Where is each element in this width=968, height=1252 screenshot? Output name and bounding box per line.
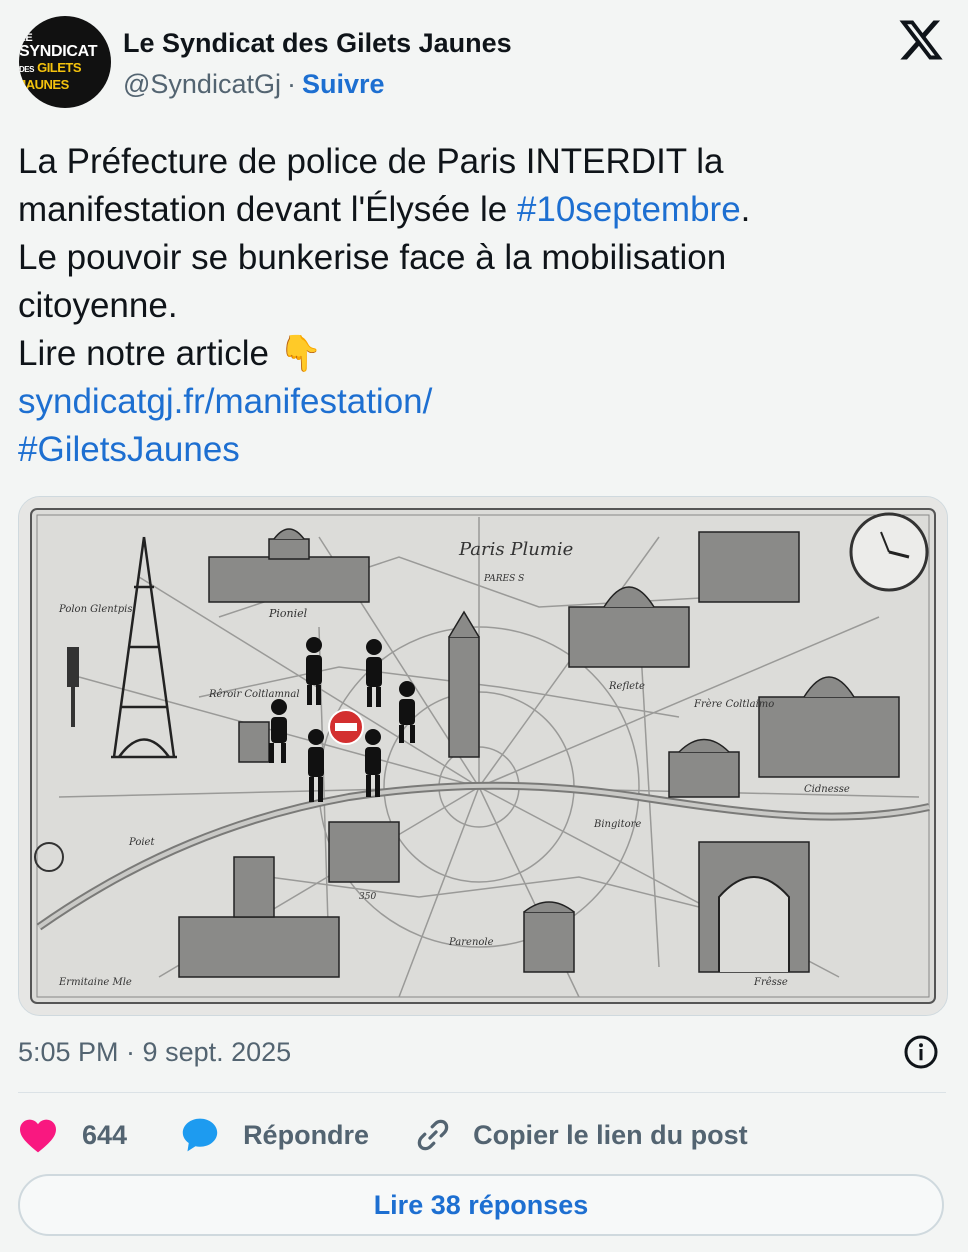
map-label-11: 350 [359,892,376,902]
tweet-media-image[interactable]: Paris Plumie PARES S Pioniel Rêroir Colt… [18,496,948,1016]
action-bar: 644 Répondre Copier le lien du post [18,1112,748,1158]
reply-label: Répondre [243,1119,370,1150]
avatar-text-des: DES [19,65,34,74]
follow-button[interactable]: Suivre [302,69,385,99]
timestamp[interactable]: 5:05 PM · 9 sept. 2025 [18,1034,291,1070]
tweet-line-5-text: Lire notre article [18,334,269,373]
author-handle-row: @SyndicatGj · Suivre [123,67,385,101]
map-label-4: Frère Coltlaimo [693,699,774,710]
map-label-6: Cidnesse [804,784,850,795]
map-label-1: Rêroir Coltlamnal [208,689,300,700]
author-handle[interactable]: @SyndicatGj [123,69,281,99]
paris-map-illustration: Paris Plumie PARES S Pioniel Rêroir Colt… [19,497,947,1015]
tweet-line-2-period: . [740,190,751,229]
hashtag-giletsjaunes[interactable]: #GiletsJaunes [18,426,948,474]
tweet-line-2: manifestation devant l'Élysée le #10sept… [18,186,948,234]
copy-link-button[interactable]: Copier le lien du post [415,1117,748,1153]
like-count: 644 [82,1119,128,1150]
hashtag-10septembre[interactable]: #10septembre [517,190,741,229]
map-label-0: Pioniel [268,607,308,620]
read-replies-button[interactable]: Lire 38 réponses [18,1174,944,1236]
separator-dot: · [286,69,296,99]
heart-icon [20,1119,56,1153]
tweet-line-4: citoyenne. [18,286,178,325]
divider [18,1092,946,1093]
avatar-text-syndicat: SYNDICAT [19,43,98,60]
x-logo-icon[interactable] [897,16,945,64]
tweet-text: La Préfecture de police de Paris INTERDI… [18,138,948,474]
avatar[interactable]: LE SYNDICAT DES GILETS JAUNES [19,16,111,108]
info-icon[interactable] [903,1034,939,1070]
like-button[interactable]: 644 [18,1117,127,1153]
copy-link-label: Copier le lien du post [473,1119,748,1150]
map-label-8: Ermitaine Mle [58,977,132,988]
map-label-5: Bingitore [593,819,641,830]
reply-button[interactable]: Répondre [181,1117,369,1153]
map-label-7: Parenole [448,937,494,948]
article-link[interactable]: syndicatgj.fr/manifestation/ [18,378,948,426]
map-label-10: Polon Glentpis [58,604,132,615]
map-title: Paris Plumie [458,539,573,560]
link-icon [417,1119,449,1151]
tweet-line-1: La Préfecture de police de Paris INTERDI… [18,142,724,181]
tweet-line-5: Lire notre article 👇 [18,330,948,378]
tweet-line-3: Le pouvoir se bunkerise face à la mobili… [18,238,727,277]
map-subtitle: PARES S [483,574,524,584]
reply-bubble-icon [182,1118,218,1152]
map-label-2: Poiet [128,837,155,848]
author-name[interactable]: Le Syndicat des Gilets Jaunes [123,26,512,60]
pointing-down-emoji-icon: 👇 [278,334,323,373]
tweet-line-2-text: manifestation devant l'Élysée le [18,190,517,229]
map-label-3: Reflete [608,681,645,692]
map-label-9: Frêsse [753,977,788,988]
